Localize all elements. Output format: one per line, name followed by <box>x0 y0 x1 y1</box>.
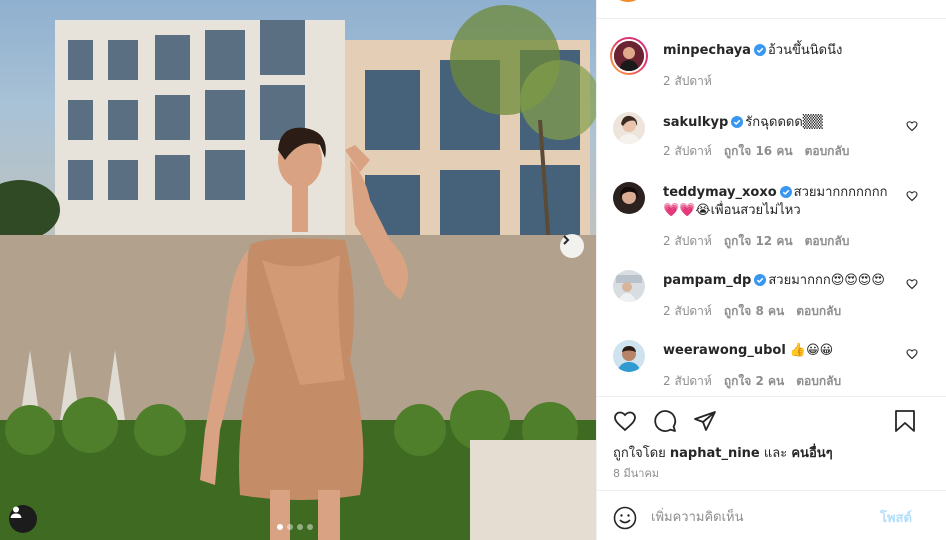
avatar[interactable] <box>613 112 645 144</box>
avatar-photo <box>613 340 645 372</box>
post-header <box>597 0 946 19</box>
share-paper-plane-icon[interactable] <box>693 409 717 433</box>
post-comment-button[interactable]: โพสต์ <box>880 507 912 528</box>
likes-summary: ถูกใจโดย naphat_nine และ คนอื่นๆ <box>613 442 833 463</box>
tagged-users-button[interactable] <box>9 505 37 533</box>
verified-badge-icon <box>779 186 792 198</box>
avatar[interactable] <box>613 270 645 302</box>
comment-text: รักฉุดดดด▒▒ <box>745 115 823 130</box>
caption-username[interactable]: minpechaya <box>663 43 751 58</box>
comment-likes[interactable]: ถูกใจ 16 คน <box>724 142 793 161</box>
post-date[interactable]: 8 มีนาคม <box>613 464 659 482</box>
person-icon <box>10 506 22 518</box>
comment-time[interactable]: 2 สัปดาห์ <box>663 232 712 251</box>
comment-username[interactable]: weerawong_ubol <box>663 343 786 358</box>
next-image-button[interactable] <box>560 234 584 258</box>
comment-username[interactable]: teddymay_xoxo <box>663 185 777 200</box>
liked-by-user[interactable]: naphat_nine <box>670 446 760 461</box>
add-comment-bar: โพสต์ <box>597 490 946 540</box>
comment-time[interactable]: 2 สัปดาห์ <box>663 372 712 391</box>
avatar-photo <box>613 112 645 144</box>
avatar[interactable] <box>613 340 645 372</box>
post-photo[interactable] <box>0 0 596 540</box>
reply-button[interactable]: ตอบกลับ <box>796 302 841 321</box>
comment-username[interactable]: pampam_dp <box>663 273 751 288</box>
avatar-photo <box>613 182 645 214</box>
avatar[interactable] <box>610 37 648 75</box>
comment-text: 👍😀😀 <box>789 343 834 358</box>
reply-button[interactable]: ตอบกลับ <box>796 372 841 391</box>
verified-badge-icon <box>731 116 744 128</box>
like-comment-heart-icon[interactable] <box>906 278 918 290</box>
avatar[interactable] <box>613 182 645 214</box>
likes-prefix: ถูกใจโดย <box>613 446 666 461</box>
like-comment-heart-icon[interactable] <box>906 120 918 132</box>
comments-list[interactable]: minpechaya อ้วนขึ้นนิดนึง 2 สัปดาห์ sakul… <box>597 20 946 396</box>
reply-button[interactable]: ตอบกลับ <box>805 142 850 161</box>
chevron-right-icon <box>563 235 570 245</box>
comment-likes[interactable]: ถูกใจ 12 คน <box>724 232 793 251</box>
comment-username[interactable]: sakulkyp <box>663 115 728 130</box>
verified-badge-icon <box>753 44 766 56</box>
liked-by-others[interactable]: คนอื่นๆ <box>791 446 832 461</box>
comment-time[interactable]: 2 สัปดาห์ <box>663 142 712 161</box>
post-sidebar: minpechaya อ้วนขึ้นนิดนึง 2 สัปดาห์ sakul… <box>596 0 946 540</box>
likes-and: และ <box>763 446 788 461</box>
carousel-dot <box>307 524 313 530</box>
like-comment-heart-icon[interactable] <box>906 190 918 202</box>
avatar-photo <box>613 270 645 302</box>
reply-button[interactable]: ตอบกลับ <box>805 232 850 251</box>
bookmark-icon[interactable] <box>894 409 916 433</box>
photo-scene <box>0 5 596 540</box>
like-comment-heart-icon[interactable] <box>906 348 918 360</box>
caption-time[interactable]: 2 สัปดาห์ <box>663 72 712 91</box>
emoji-smiley-icon[interactable] <box>613 506 637 530</box>
avatar-photo <box>614 41 644 71</box>
comment-input[interactable] <box>651 507 871 527</box>
comment-likes[interactable]: ถูกใจ 8 คน <box>724 302 784 321</box>
carousel-indicator <box>277 524 313 530</box>
carousel-dot <box>297 524 303 530</box>
caption-text: อ้วนขึ้นนิดนึง <box>767 43 843 58</box>
header-avatar[interactable] <box>613 0 643 2</box>
comment-text: สวยมากกก😍😍😍😍 <box>768 273 885 288</box>
like-heart-icon[interactable] <box>613 409 637 433</box>
post-actions: ถูกใจโดย naphat_nine และ คนอื่นๆ 8 มีนาค… <box>597 396 946 490</box>
comment-likes[interactable]: ถูกใจ 2 คน <box>724 372 784 391</box>
comment-bubble-icon[interactable] <box>653 409 677 433</box>
carousel-dot <box>287 524 293 530</box>
comment-time[interactable]: 2 สัปดาห์ <box>663 302 712 321</box>
carousel-dot <box>277 524 283 530</box>
verified-badge-icon <box>754 274 767 286</box>
